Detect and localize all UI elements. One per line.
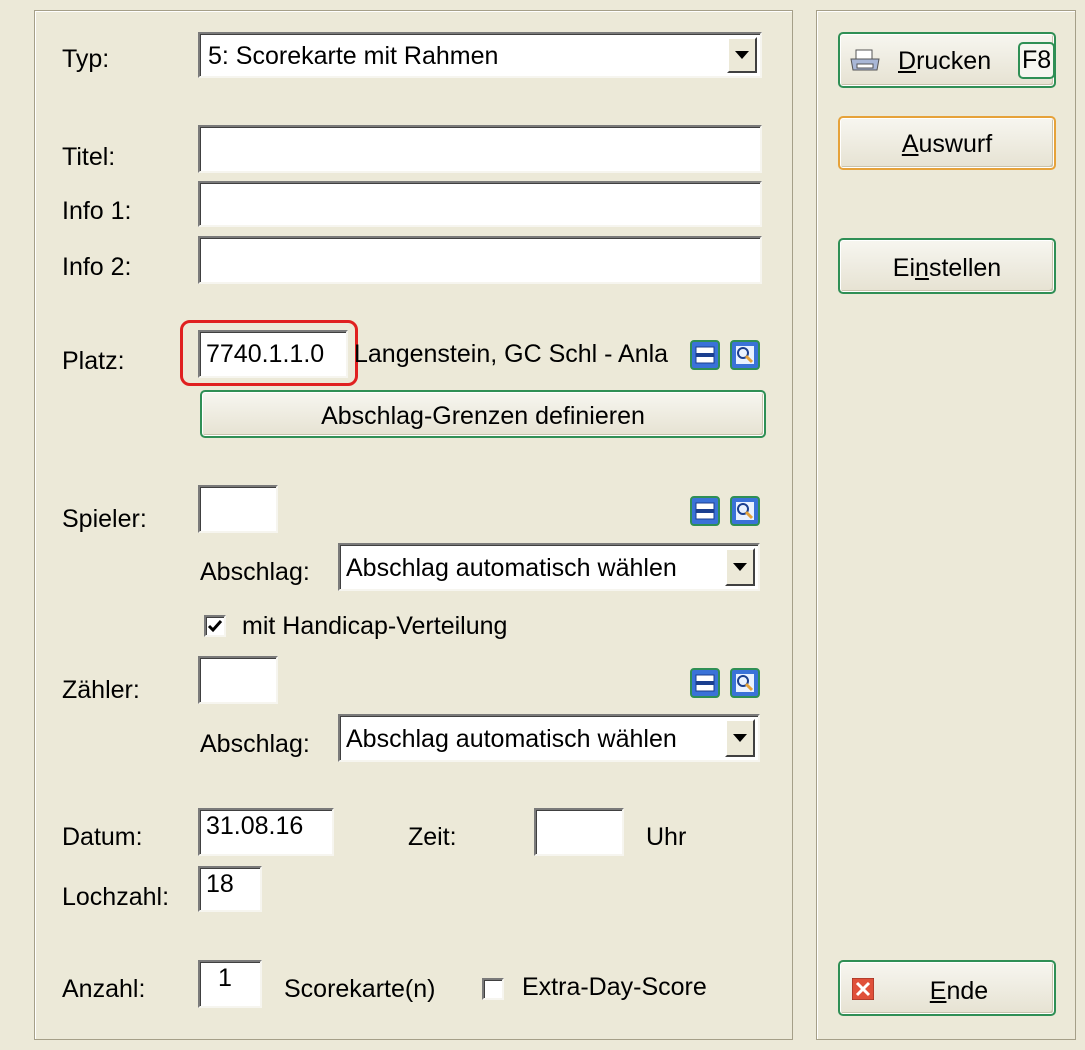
auswurf-button[interactable]: Auswurf (838, 116, 1056, 170)
zaehler-input[interactable] (198, 656, 278, 704)
datum-label: Datum: (62, 823, 143, 851)
lochzahl-input[interactable]: 18 (198, 866, 262, 912)
zaehler-search-button[interactable] (730, 668, 760, 698)
anzahl-value: 1 (218, 964, 232, 992)
titel-input[interactable] (198, 125, 762, 173)
abschlag-grenzen-button[interactable]: Abschlag-Grenzen definieren (200, 390, 766, 438)
zaehler-list-button[interactable] (690, 668, 720, 698)
typ-value: 5: Scorekarte mit Rahmen (208, 42, 499, 70)
chevron-down-icon[interactable] (725, 548, 755, 586)
zaehler-abschlag-label: Abschlag: (200, 730, 310, 758)
spieler-abschlag-value: Abschlag automatisch wählen (346, 554, 677, 582)
spieler-list-button[interactable] (690, 496, 720, 526)
highlight-box (180, 320, 358, 386)
red-x-icon (852, 978, 874, 1000)
lochzahl-label: Lochzahl: (62, 883, 170, 911)
zaehler-abschlag-value: Abschlag automatisch wählen (346, 725, 677, 753)
info1-label: Info 1: (62, 197, 132, 225)
platz-label: Platz: (62, 347, 125, 375)
anzahl-input[interactable]: 1 (198, 960, 262, 1008)
ende-label: Ende (929, 977, 989, 1005)
einstellen-label: Ei (892, 254, 916, 282)
platz-search-button[interactable] (730, 340, 760, 370)
zaehler-abschlag-select[interactable]: Abschlag automatisch wählen (338, 714, 760, 762)
typ-label: Typ: (62, 45, 110, 73)
anzahl-label: Anzahl: (62, 975, 146, 1003)
zeit-input[interactable] (534, 808, 624, 856)
platz-name: Langenstein, GC Schl - Anla (354, 342, 669, 367)
extra-day-label: Extra-Day-Score (522, 973, 707, 1001)
zeit-label: Zeit: (408, 823, 457, 851)
info2-label: Info 2: (62, 253, 132, 281)
checkmark-icon (207, 620, 223, 633)
typ-select[interactable]: 5: Scorekarte mit Rahmen (198, 32, 762, 78)
einstellen-button[interactable]: Einstellen (838, 238, 1056, 294)
list-icon (695, 674, 715, 692)
spieler-abschlag-label: Abschlag: (200, 558, 310, 586)
titel-label: Titel: (62, 143, 116, 171)
spieler-input[interactable] (198, 485, 278, 533)
platz-list-button[interactable] (690, 340, 720, 370)
ende-button[interactable]: Ende (838, 960, 1056, 1016)
drucken-label: Drucken (898, 47, 992, 75)
info1-input[interactable] (198, 181, 762, 227)
spieler-label: Spieler: (62, 505, 147, 533)
datum-input[interactable]: 31.08.16 (198, 808, 334, 856)
zaehler-label: Zähler: (62, 676, 140, 704)
spieler-search-button[interactable] (730, 496, 760, 526)
extra-day-checkbox[interactable] (482, 978, 504, 1000)
magnifier-icon (736, 674, 754, 692)
handicap-label: mit Handicap-Verteilung (242, 612, 508, 640)
chevron-down-icon[interactable] (725, 719, 755, 757)
info2-input[interactable] (198, 236, 762, 284)
scorekarten-label: Scorekarte(n) (284, 975, 436, 1003)
handicap-checkbox[interactable] (204, 615, 226, 637)
uhr-label: Uhr (646, 823, 687, 851)
list-icon (695, 502, 715, 520)
f8-keycap: F8 (1018, 42, 1056, 79)
list-icon (695, 346, 715, 364)
magnifier-icon (736, 346, 754, 364)
auswurf-label: A (901, 130, 919, 158)
spieler-abschlag-select[interactable]: Abschlag automatisch wählen (338, 543, 760, 591)
chevron-down-icon[interactable] (727, 37, 757, 73)
magnifier-icon (736, 502, 754, 520)
datum-value: 31.08.16 (206, 812, 304, 840)
lochzahl-value: 18 (206, 870, 234, 898)
drucken-button[interactable]: Drucken F8 (838, 32, 1056, 88)
printer-icon (850, 49, 880, 71)
